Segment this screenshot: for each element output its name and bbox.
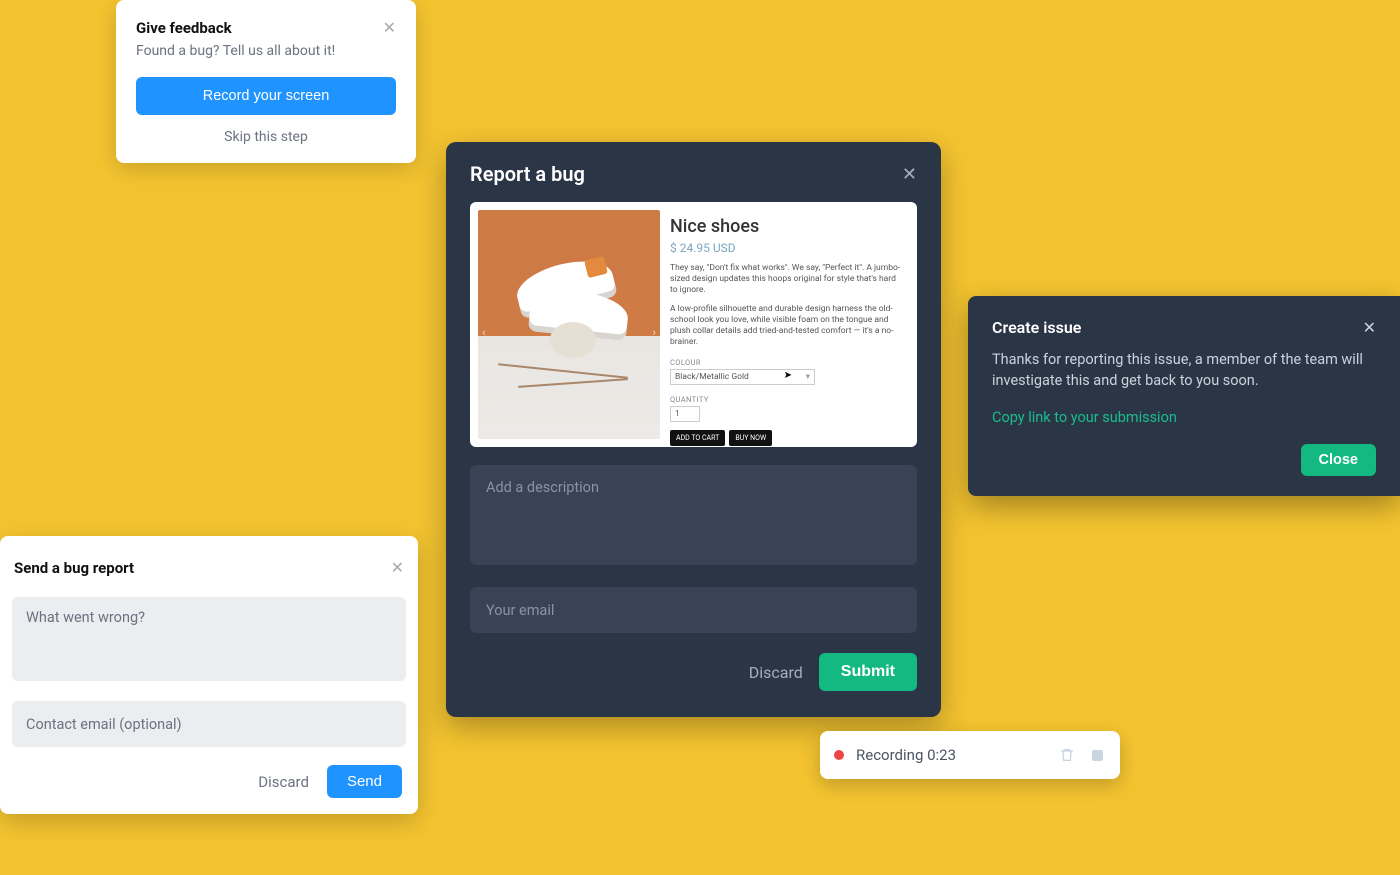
- submit-button[interactable]: Submit: [819, 653, 917, 691]
- product-title: Nice shoes: [670, 216, 905, 237]
- give-feedback-card: Give feedback ✕ Found a bug? Tell us all…: [116, 0, 416, 163]
- record-dot-icon: [834, 750, 844, 760]
- close-button[interactable]: Close: [1301, 444, 1377, 476]
- product-desc-1: They say, "Don't fix what works". We say…: [670, 263, 905, 296]
- quantity-stepper[interactable]: 1: [670, 406, 700, 422]
- report-bug-title: Report a bug: [470, 162, 585, 186]
- report-bug-card: Report a bug ✕ ‹ › Nice shoes $ 24.95 US…: [446, 142, 941, 717]
- send-bug-report-card: Send a bug report ✕ Discard Send: [0, 536, 418, 814]
- trash-icon[interactable]: [1058, 746, 1076, 764]
- record-screen-button[interactable]: Record your screen: [136, 77, 396, 115]
- close-icon[interactable]: ✕: [902, 164, 917, 185]
- skip-step-link[interactable]: Skip this step: [136, 129, 396, 145]
- close-icon[interactable]: ✕: [383, 18, 396, 37]
- colour-select[interactable]: Black/Metallic Gold: [670, 369, 815, 385]
- copy-link[interactable]: Copy link to your submission: [992, 409, 1376, 426]
- create-issue-title: Create issue: [992, 318, 1081, 337]
- buy-now-button[interactable]: BUY NOW: [729, 430, 772, 446]
- quantity-label: QUANTITY: [670, 395, 905, 404]
- screenshot-preview: ‹ › Nice shoes $ 24.95 USD They say, "Do…: [470, 202, 917, 447]
- product-price: $ 24.95 USD: [670, 241, 905, 255]
- create-issue-body: Thanks for reporting this issue, a membe…: [992, 349, 1376, 391]
- send-button[interactable]: Send: [327, 765, 402, 798]
- send-bug-title: Send a bug report: [14, 559, 134, 577]
- what-went-wrong-input[interactable]: [12, 597, 406, 681]
- discard-button[interactable]: Discard: [258, 773, 309, 791]
- email-input[interactable]: [470, 587, 917, 633]
- close-icon[interactable]: ✕: [391, 558, 404, 577]
- create-issue-toast: Create issue ✕ Thanks for reporting this…: [968, 296, 1400, 496]
- give-feedback-title: Give feedback: [136, 19, 232, 37]
- add-to-cart-button[interactable]: ADD TO CART: [670, 430, 725, 446]
- product-image: ‹ ›: [478, 210, 660, 439]
- discard-button[interactable]: Discard: [749, 663, 803, 682]
- close-icon[interactable]: ✕: [1363, 318, 1376, 337]
- description-input[interactable]: [470, 465, 917, 565]
- stop-icon[interactable]: [1088, 746, 1106, 764]
- recording-bar: Recording 0:23: [820, 731, 1120, 779]
- give-feedback-subtitle: Found a bug? Tell us all about it!: [136, 43, 396, 59]
- product-desc-2: A low-profile silhouette and durable des…: [670, 304, 905, 348]
- chevron-left-icon[interactable]: ‹: [482, 325, 486, 339]
- contact-email-input[interactable]: [12, 701, 406, 747]
- cursor-icon: ➤: [784, 370, 792, 381]
- colour-label: COLOUR: [670, 358, 905, 367]
- chevron-right-icon[interactable]: ›: [652, 325, 656, 339]
- recording-label: Recording 0:23: [856, 746, 1046, 764]
